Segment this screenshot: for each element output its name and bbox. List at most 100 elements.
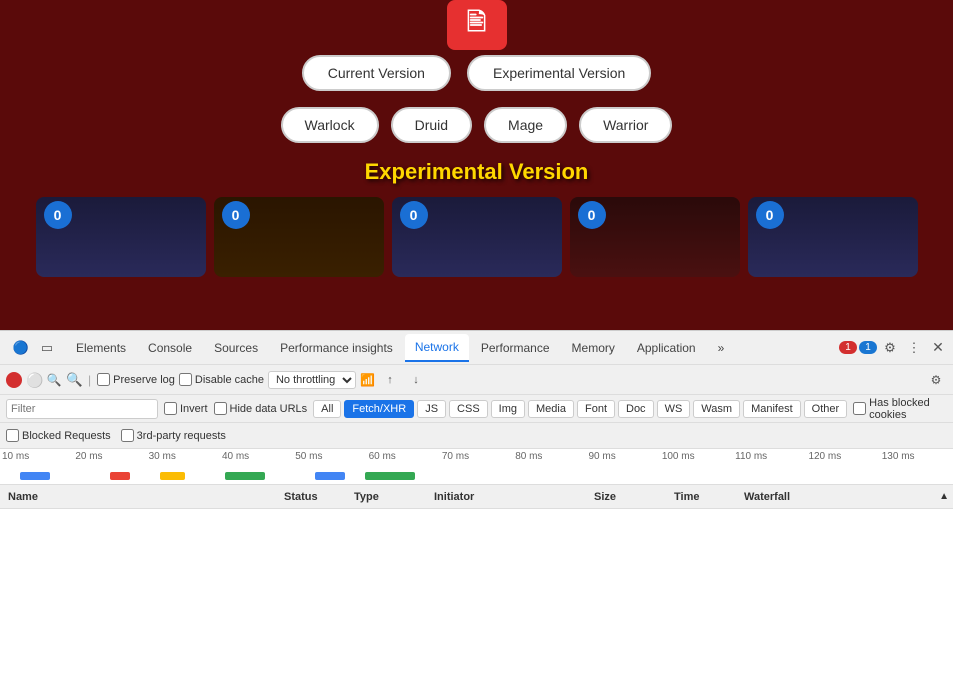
app-logo: 🖹	[447, 0, 507, 50]
devtools-panel: 🔵 ▭ Elements Console Sources Performance…	[0, 330, 953, 677]
app-area: 🖹 Current Version Experimental Version W…	[0, 0, 953, 330]
filter-all[interactable]: All	[313, 400, 341, 418]
filter-ws[interactable]: WS	[657, 400, 691, 418]
device-mode-button[interactable]: ▭	[36, 337, 58, 359]
timeline-label-120: 120 ms	[806, 451, 879, 462]
version-buttons: Current Version Experimental Version	[302, 55, 652, 91]
timeline-label-130: 130 ms	[880, 451, 953, 462]
tab-application[interactable]: Application	[627, 335, 706, 361]
logo-container: 🖹	[447, 0, 507, 50]
timeline-label-110: 110 ms	[733, 451, 806, 462]
timeline-label-30: 30 ms	[147, 451, 220, 462]
filter-bar: Invert Hide data URLs All Fetch/XHR JS C…	[0, 395, 953, 423]
invert-checkbox[interactable]	[164, 402, 177, 415]
experimental-version-button[interactable]: Experimental Version	[467, 55, 651, 91]
warrior-button[interactable]: Warrior	[579, 107, 672, 143]
close-devtools-button[interactable]: ✕	[927, 337, 949, 359]
filter-css[interactable]: CSS	[449, 400, 488, 418]
network-settings-button[interactable]: ⚙	[925, 369, 947, 391]
message-badge: 1	[859, 341, 877, 354]
tab-sources[interactable]: Sources	[204, 335, 268, 361]
filter-types: All Fetch/XHR JS CSS Img Media Font Doc …	[313, 400, 847, 418]
error-badge: 1	[839, 341, 857, 354]
filter-js[interactable]: JS	[417, 400, 446, 418]
card-2	[214, 197, 384, 277]
timeline-label-100: 100 ms	[660, 451, 733, 462]
download-button[interactable]: ↓	[405, 369, 427, 391]
preserve-log-checkbox[interactable]	[97, 373, 110, 386]
tab-memory[interactable]: Memory	[562, 335, 625, 361]
timeline-label-50: 50 ms	[293, 451, 366, 462]
col-header-type[interactable]: Type	[354, 491, 434, 503]
timeline-label-60: 60 ms	[367, 451, 440, 462]
search-button[interactable]: 🔍	[66, 372, 82, 388]
wifi-icon: 📶	[360, 373, 375, 387]
timeline-label-80: 80 ms	[513, 451, 586, 462]
col-header-status[interactable]: Status	[284, 491, 354, 503]
devtools-icons-left: 🔵 ▭	[4, 337, 64, 359]
hide-data-urls-checkbox[interactable]	[214, 402, 227, 415]
timeline-label-40: 40 ms	[220, 451, 293, 462]
current-version-button[interactable]: Current Version	[302, 55, 451, 91]
timeline-label-10: 10 ms	[0, 451, 73, 462]
filter-media[interactable]: Media	[528, 400, 574, 418]
disable-cache-label[interactable]: Disable cache	[179, 373, 264, 386]
blocked-requests-bar: Blocked Requests 3rd-party requests	[0, 423, 953, 449]
timeline-label-20: 20 ms	[73, 451, 146, 462]
filter-fetch-xhr[interactable]: Fetch/XHR	[344, 400, 414, 418]
druid-button[interactable]: Druid	[391, 107, 472, 143]
sort-arrow: ▲	[939, 491, 949, 502]
col-header-initiator[interactable]: Initiator	[434, 491, 594, 503]
filter-input[interactable]	[6, 399, 158, 419]
tab-network[interactable]: Network	[405, 334, 469, 362]
blocked-requests-checkbox[interactable]	[6, 429, 19, 442]
record-button[interactable]	[6, 372, 22, 388]
tab-elements[interactable]: Elements	[66, 335, 136, 361]
timeline-label-70: 70 ms	[440, 451, 513, 462]
filter-img[interactable]: Img	[491, 400, 525, 418]
tab-console[interactable]: Console	[138, 335, 202, 361]
col-header-waterfall[interactable]: Waterfall ▲	[744, 491, 949, 503]
tab-performance[interactable]: Performance	[471, 335, 560, 361]
filter-wasm[interactable]: Wasm	[693, 400, 740, 418]
devtools-tabs: 🔵 ▭ Elements Console Sources Performance…	[0, 331, 953, 365]
has-blocked-checkbox[interactable]	[853, 402, 866, 415]
timeline-labels: 10 ms 20 ms 30 ms 40 ms 50 ms 60 ms 70 m…	[0, 449, 953, 462]
col-header-time[interactable]: Time	[674, 491, 744, 503]
third-party-label[interactable]: 3rd-party requests	[121, 429, 226, 442]
section-title: Experimental Version	[365, 159, 589, 185]
tab-performance-insights[interactable]: Performance insights	[270, 335, 403, 361]
table-body[interactable]	[0, 509, 953, 677]
more-options-button[interactable]: ⋮	[903, 337, 925, 359]
settings-button[interactable]: ⚙	[879, 337, 901, 359]
timeline-label-90: 90 ms	[587, 451, 660, 462]
upload-button[interactable]: ↑	[379, 369, 401, 391]
preserve-log-label[interactable]: Preserve log	[97, 373, 175, 386]
card-4	[570, 197, 740, 277]
filter-doc[interactable]: Doc	[618, 400, 654, 418]
card-3	[392, 197, 562, 277]
has-blocked-label[interactable]: Has blocked cookies	[853, 397, 947, 421]
timeline-area: 10 ms 20 ms 30 ms 40 ms 50 ms 60 ms 70 m…	[0, 449, 953, 485]
third-party-checkbox[interactable]	[121, 429, 134, 442]
filter-font[interactable]: Font	[577, 400, 615, 418]
warlock-button[interactable]: Warlock	[281, 107, 379, 143]
col-header-size[interactable]: Size	[594, 491, 674, 503]
mage-button[interactable]: Mage	[484, 107, 567, 143]
disable-cache-checkbox[interactable]	[179, 373, 192, 386]
inspect-element-button[interactable]: 🔵	[10, 337, 32, 359]
card-5	[748, 197, 918, 277]
invert-label[interactable]: Invert	[164, 402, 208, 415]
col-header-name[interactable]: Name	[4, 491, 284, 503]
timeline-bars	[0, 466, 953, 480]
filter-button[interactable]: 🔍	[46, 372, 62, 388]
filter-manifest[interactable]: Manifest	[743, 400, 801, 418]
throttle-select[interactable]: No throttling	[268, 371, 356, 389]
cards-row	[32, 197, 922, 277]
network-toolbar: ⚪ 🔍 🔍 | Preserve log Disable cache No th…	[0, 365, 953, 395]
blocked-requests-label[interactable]: Blocked Requests	[6, 429, 111, 442]
clear-button[interactable]: ⚪	[26, 372, 42, 388]
filter-other[interactable]: Other	[804, 400, 848, 418]
hide-data-urls-label[interactable]: Hide data URLs	[214, 402, 308, 415]
tab-more[interactable]: »	[708, 335, 735, 361]
